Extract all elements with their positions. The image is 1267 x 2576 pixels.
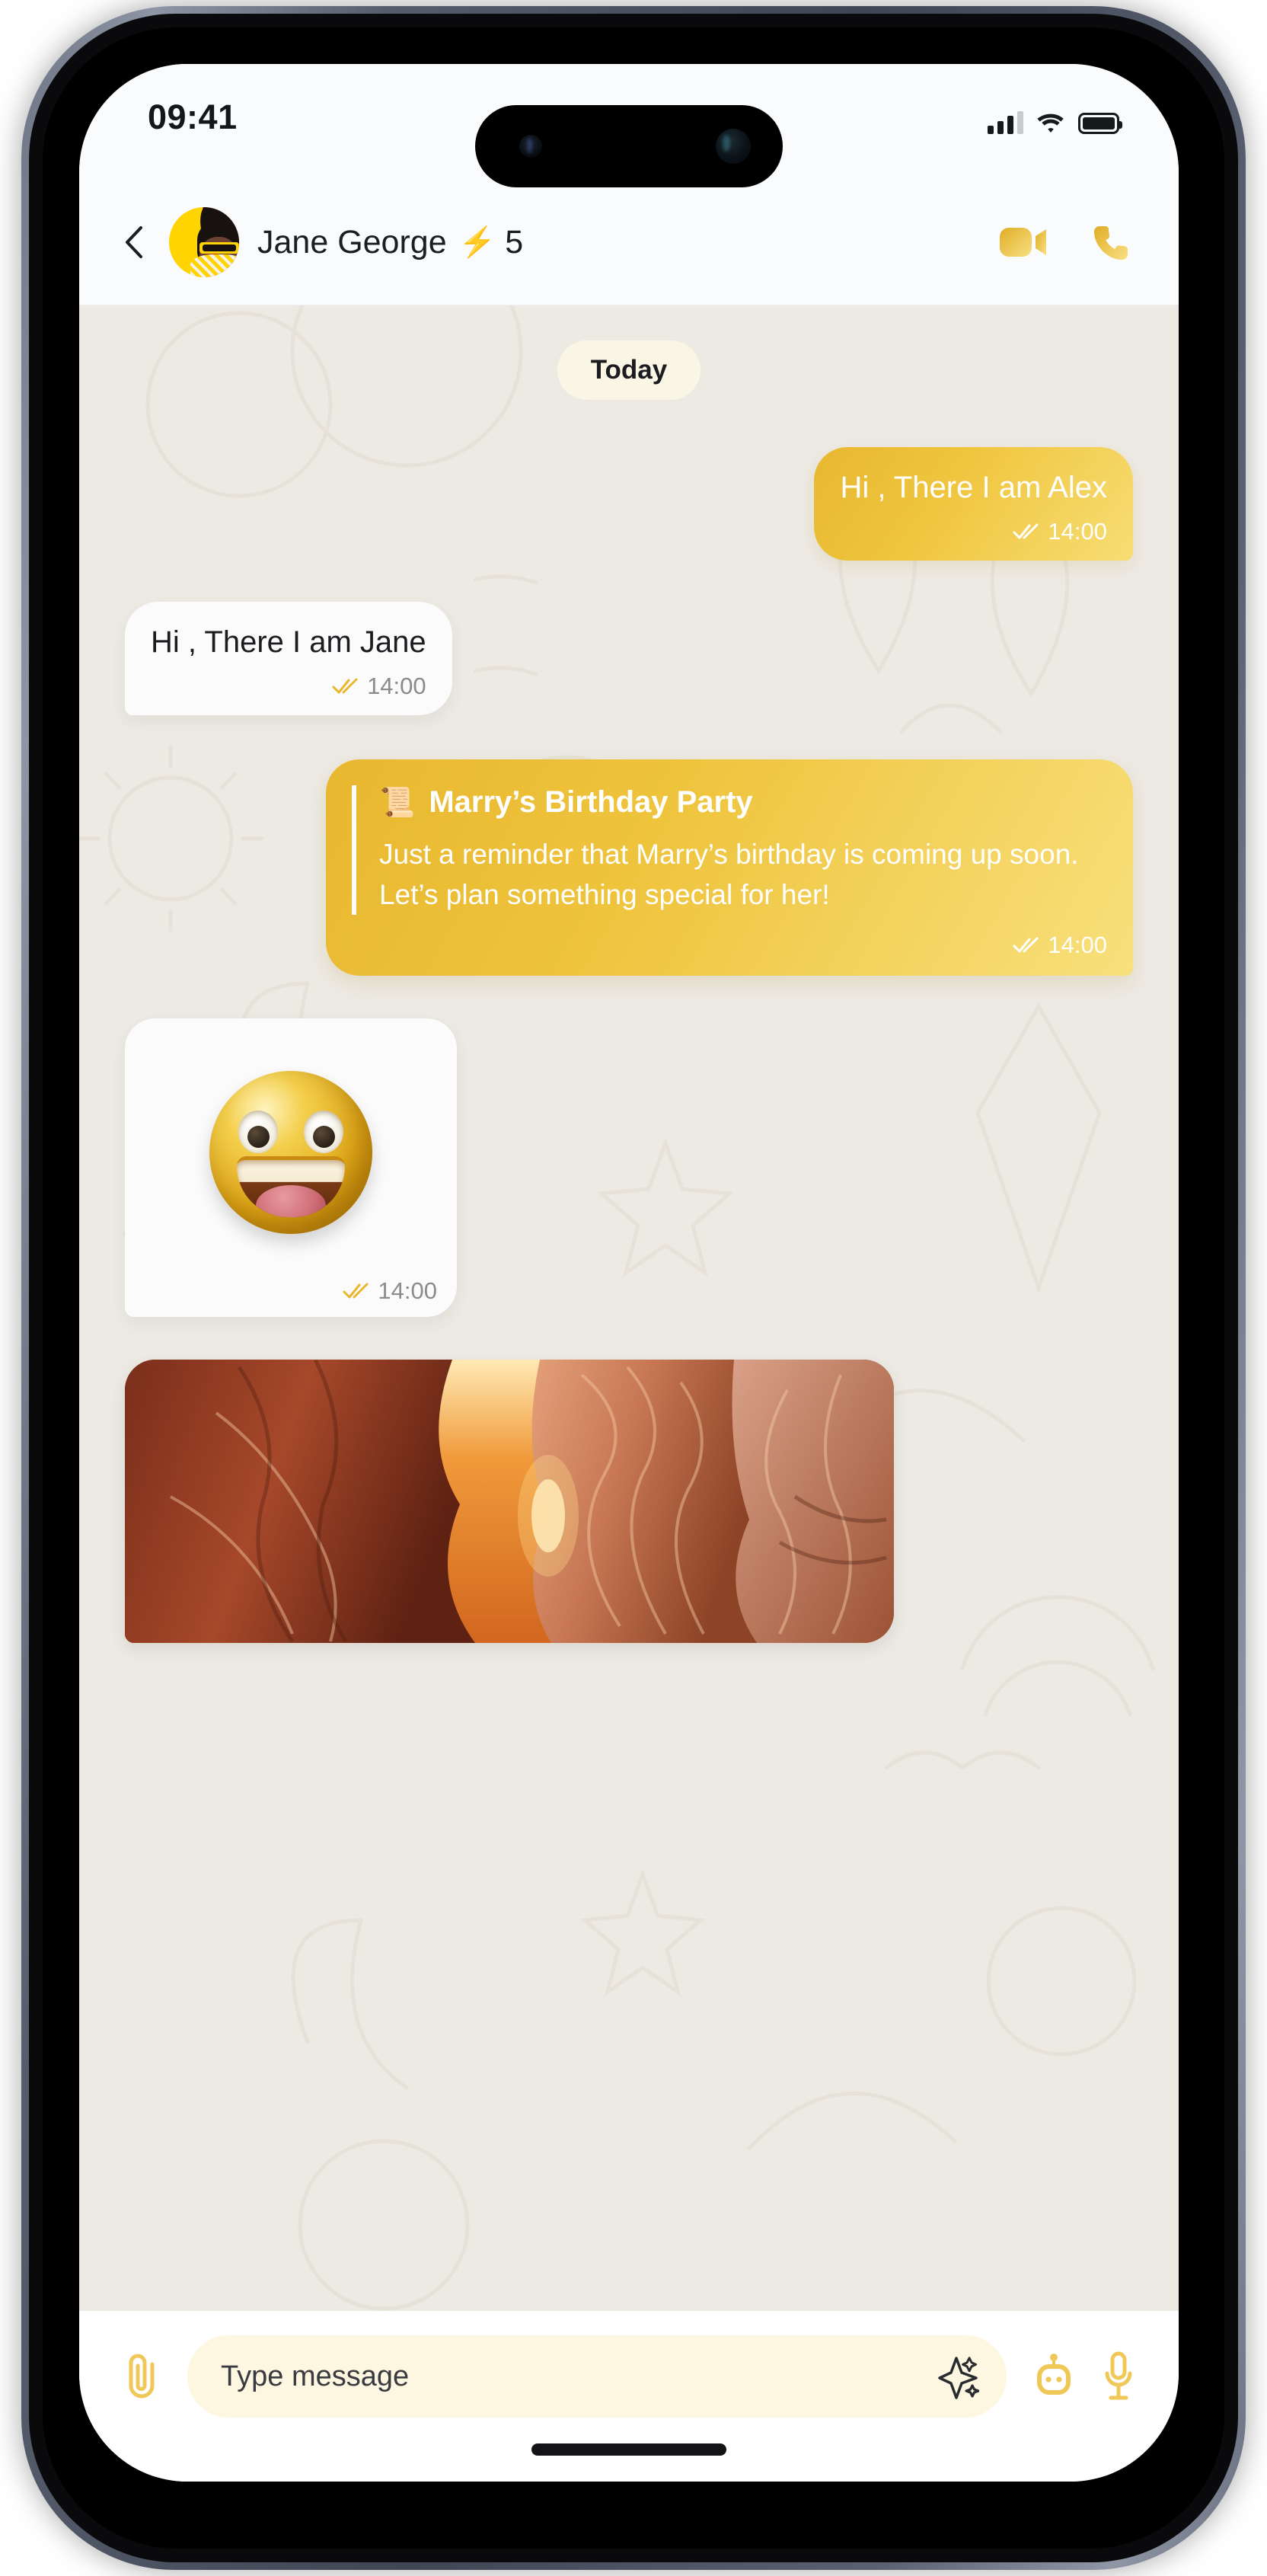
message-time: 14:00 <box>378 1277 437 1305</box>
contact-name[interactable]: Jane George <box>257 224 447 261</box>
message-meta: 14:00 <box>145 1277 437 1305</box>
status-indicators <box>988 104 1122 134</box>
message-text: Hi , There I am Alex <box>840 471 1107 504</box>
message-input-bar: Type message <box>79 2311 1179 2482</box>
emoji-mouth <box>237 1156 345 1218</box>
message-time: 14:00 <box>1048 932 1107 959</box>
microphone-icon[interactable] <box>1101 2351 1136 2402</box>
message-input-placeholder: Type message <box>221 2360 410 2392</box>
front-camera <box>716 129 751 164</box>
day-divider: Today <box>557 340 701 400</box>
message-bubble-incoming[interactable]: Hi , There I am Jane 14:00 <box>125 602 452 716</box>
message-row: Hi , There I am Jane 14:00 <box>125 602 1133 716</box>
streak-badge: ⚡ 5 <box>459 224 523 261</box>
home-indicator[interactable] <box>531 2443 726 2456</box>
streak-count: 5 <box>505 223 524 260</box>
message-input-field[interactable]: Type message <box>187 2335 1007 2418</box>
avatar[interactable] <box>169 207 239 277</box>
robot-icon[interactable] <box>1032 2352 1075 2401</box>
phone-frame: 09:41 Jane George ⚡ 5 Today Hi , There I… <box>21 6 1246 2570</box>
emoji-tongue <box>256 1185 326 1218</box>
paperclip-icon[interactable] <box>122 2351 161 2402</box>
status-time: 09:41 <box>148 97 238 136</box>
battery-icon <box>1078 113 1122 134</box>
message-meta: 14:00 <box>840 518 1107 545</box>
emoji-eye-left <box>238 1111 278 1154</box>
cellular-signal-icon <box>988 111 1023 134</box>
back-button[interactable] <box>113 221 155 264</box>
phone-bezel-inner: 09:41 Jane George ⚡ 5 Today Hi , There I… <box>43 27 1224 2549</box>
reminder-card-message[interactable]: 📜 Marry’s Birthday Party Just a reminder… <box>326 759 1133 976</box>
video-camera-icon[interactable] <box>999 225 1048 260</box>
reminder-card-body: 📜 Marry’s Birthday Party Just a reminder… <box>352 785 1107 916</box>
double-check-icon <box>332 678 358 695</box>
phone-icon[interactable] <box>1092 222 1131 262</box>
grinning-face-emoji-sticker <box>145 1038 437 1267</box>
chat-header: Jane George ⚡ 5 <box>79 180 1179 305</box>
double-check-icon <box>1013 523 1039 540</box>
emoji-face <box>209 1071 372 1235</box>
emoji-eye-right <box>304 1111 343 1154</box>
dynamic-island <box>475 105 783 187</box>
wifi-icon <box>1036 111 1065 134</box>
message-bubble-outgoing[interactable]: Hi , There I am Alex 14:00 <box>814 447 1133 561</box>
message-row: 14:00 <box>125 1018 1133 1318</box>
sticker-message[interactable]: 14:00 <box>125 1018 457 1318</box>
message-meta: 14:00 <box>151 673 426 700</box>
screenshot-root: 09:41 Jane George ⚡ 5 Today Hi , There I… <box>0 0 1267 2576</box>
reminder-title-text: Marry’s Birthday Party <box>429 785 753 820</box>
chevron-left-icon <box>126 226 142 258</box>
reminder-card-title: 📜 Marry’s Birthday Party <box>379 785 1107 820</box>
message-time: 14:00 <box>1048 518 1107 545</box>
bolt-icon: ⚡ <box>458 225 496 259</box>
chat-message-list[interactable]: Today Hi , There I am Alex 14:00 Hi , Th… <box>79 305 1179 2311</box>
message-row: 📜 Marry’s Birthday Party Just a reminder… <box>125 759 1133 976</box>
message-text: Hi , There I am Jane <box>151 625 426 660</box>
avatar-sunglasses <box>199 242 239 254</box>
sparkle-icon[interactable] <box>938 2354 979 2399</box>
phone-bezel-mid: 09:41 Jane George ⚡ 5 Today Hi , There I… <box>29 14 1238 2562</box>
double-check-icon <box>1013 937 1039 954</box>
header-actions <box>999 222 1131 262</box>
message-row <box>125 1360 1133 1644</box>
avatar-outfit <box>190 254 239 277</box>
slot-canyon-photo <box>125 1360 894 1644</box>
phone-screen: 09:41 Jane George ⚡ 5 Today Hi , There I… <box>79 64 1179 2482</box>
message-row: Hi , There I am Alex 14:00 <box>125 447 1133 561</box>
messages-container: Today Hi , There I am Alex 14:00 Hi , Th… <box>79 305 1179 2311</box>
scroll-icon: 📜 <box>379 786 416 819</box>
front-speaker <box>519 135 542 158</box>
message-meta: 14:00 <box>352 932 1107 959</box>
double-check-icon <box>343 1283 369 1299</box>
reminder-card-text: Just a reminder that Marry’s birthday is… <box>379 839 1079 910</box>
photo-message[interactable] <box>125 1360 894 1644</box>
message-time: 14:00 <box>367 673 426 700</box>
